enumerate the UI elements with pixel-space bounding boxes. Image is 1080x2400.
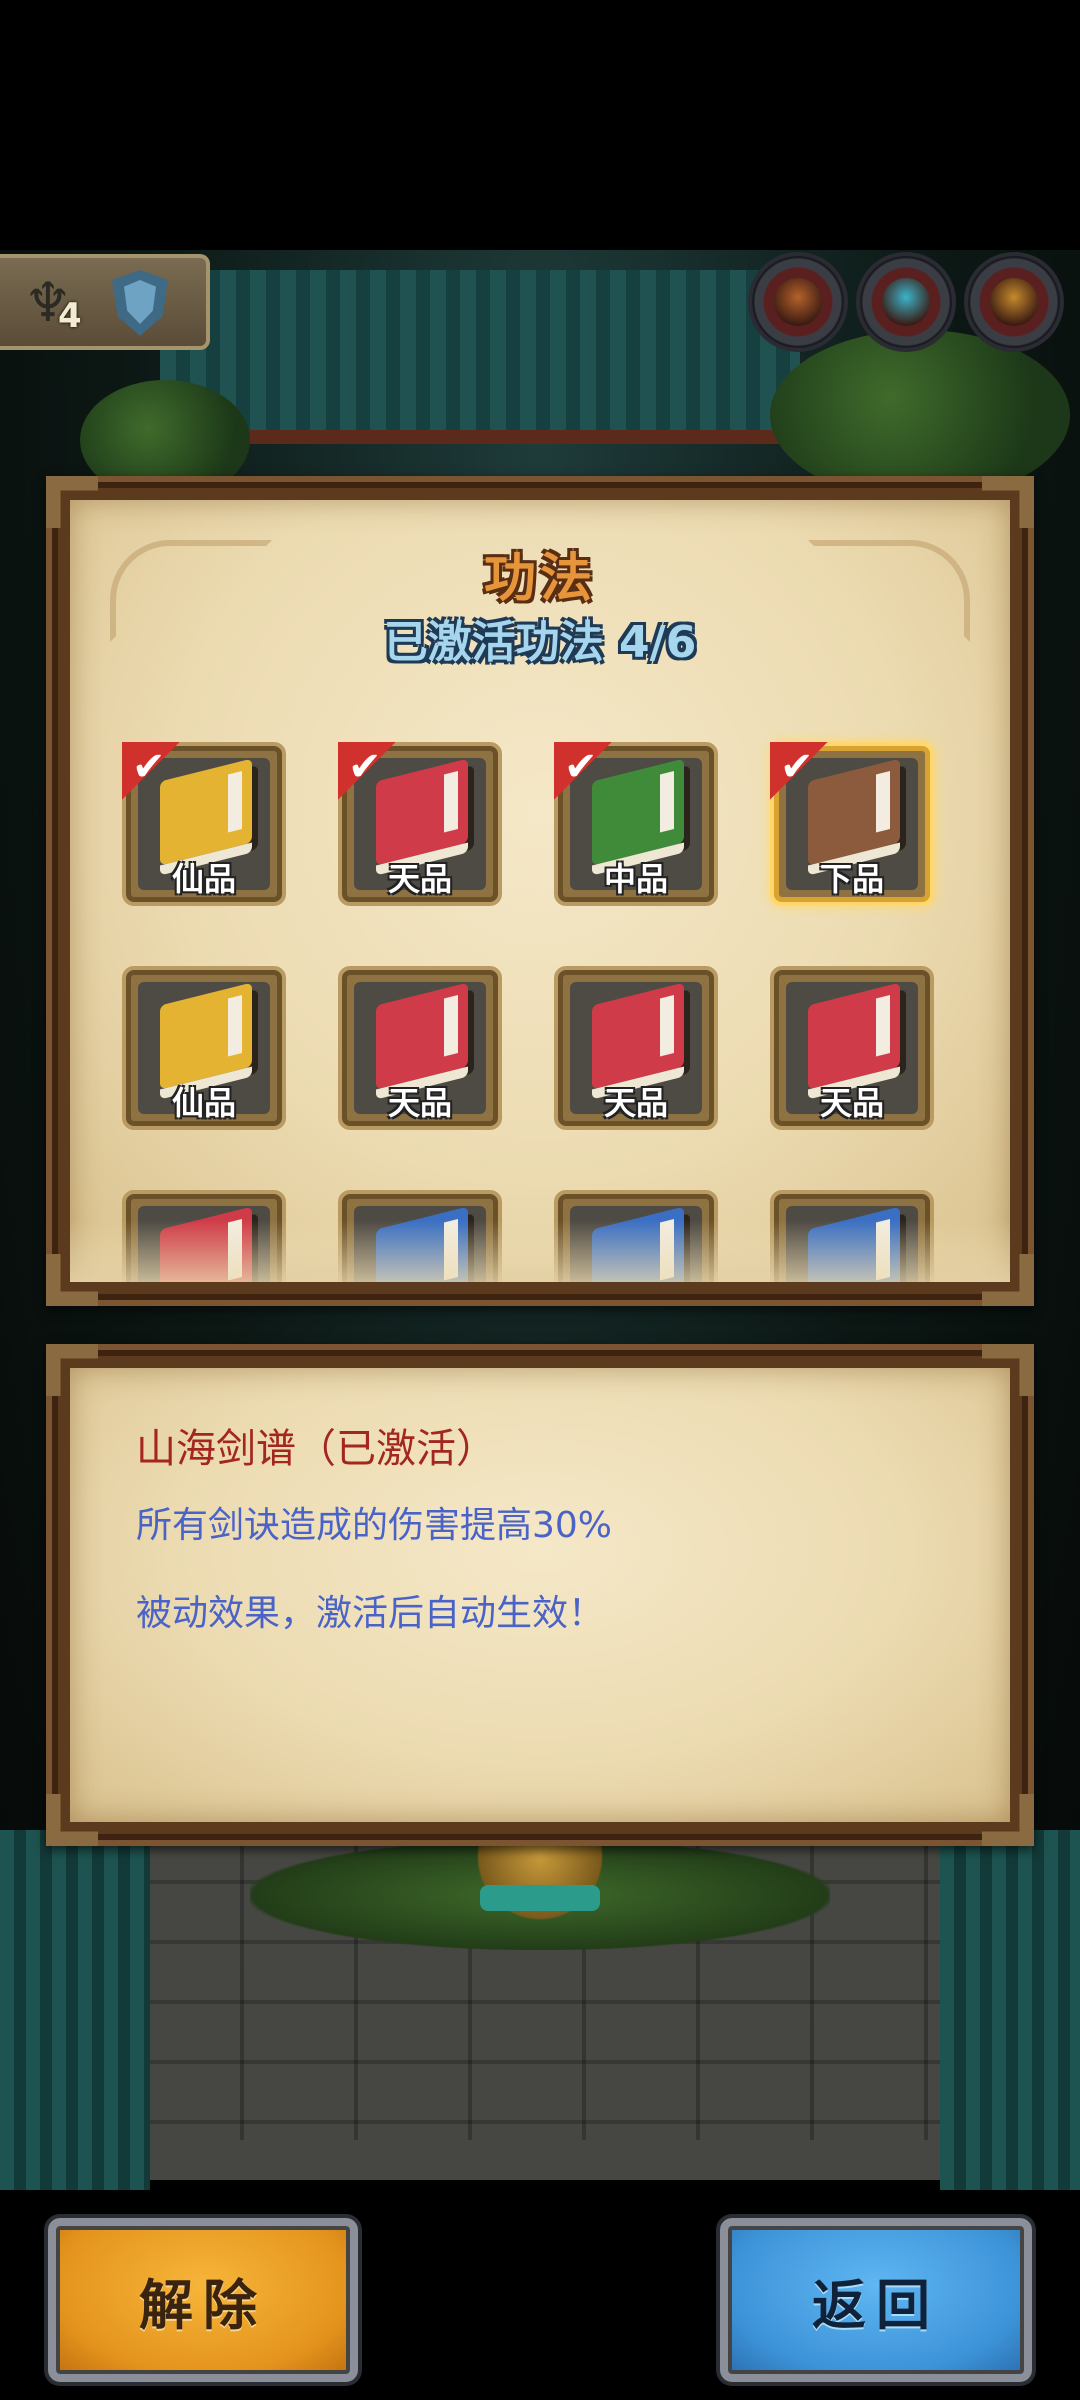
description-parchment: 山海剑谱（已激活） 所有剑诀造成的伤害提高30% 被动效果，激活后自动生效！ <box>70 1368 1010 1822</box>
technique-slot[interactable]: ✔ 中品 <box>554 742 718 906</box>
shrine-base <box>480 1885 600 1911</box>
grade-label: 天品 <box>387 860 452 898</box>
checkmark-icon: ✔ <box>780 744 814 790</box>
shield-icon <box>112 270 168 336</box>
warrior-portrait-icon <box>990 278 1038 326</box>
technique-slot[interactable]: ✔ 下品 <box>770 742 934 906</box>
game-screen: ♆ 4 功法 已激活功法 4/6 ✔ 仙品 ✔ 天品 ✔ 中品 ✔ 下品 仙品 天品 天品 天品 山海… <box>0 0 1080 2400</box>
technique-slot[interactable]: ✔ 天品 <box>338 742 502 906</box>
grade-label: 天品 <box>819 1084 884 1122</box>
panel-title: 功法 <box>483 549 596 609</box>
warrior-portrait-button[interactable] <box>968 256 1060 348</box>
technique-name: 山海剑谱（已激活） <box>136 1426 496 1472</box>
technique-panel-parchment: 功法 已激活功法 4/6 ✔ 仙品 ✔ 天品 ✔ 中品 ✔ 下品 仙品 天品 天品 天品 <box>70 500 1010 1282</box>
scroll-fade <box>70 1220 1010 1282</box>
technique-slot[interactable]: 仙品 <box>122 966 286 1130</box>
grade-label: 仙品 <box>171 1084 236 1122</box>
checkmark-icon: ✔ <box>132 744 166 790</box>
character-portrait-icon <box>774 278 822 326</box>
temple-roof <box>160 270 800 444</box>
grade-label: 仙品 <box>171 860 236 898</box>
grade-label: 下品 <box>819 860 884 898</box>
rank-badge[interactable]: ♆ 4 <box>0 254 210 350</box>
passive-note: 被动效果，激活后自动生效！ <box>136 1593 605 1634</box>
activated-count: 已激活功法 4/6 <box>383 617 697 668</box>
roof-left <box>0 1830 150 2190</box>
monster-portrait-button[interactable] <box>860 256 952 348</box>
rank-level: 4 <box>58 296 82 336</box>
back-button[interactable]: 返回 <box>720 2218 1032 2382</box>
checkmark-icon: ✔ <box>564 744 598 790</box>
technique-slot[interactable]: 天品 <box>338 966 502 1130</box>
grade-label: 天品 <box>387 1084 452 1122</box>
grade-label: 中品 <box>603 860 668 898</box>
description-panel: 山海剑谱（已激活） 所有剑诀造成的伤害提高30% 被动效果，激活后自动生效！ <box>46 1344 1034 1846</box>
unequip-button[interactable]: 解除 <box>48 2218 358 2382</box>
technique-slot[interactable]: 天品 <box>770 966 934 1130</box>
character-portrait-button[interactable] <box>752 256 844 348</box>
technique-slot[interactable]: 天品 <box>554 966 718 1130</box>
technique-slot[interactable]: ✔ 仙品 <box>122 742 286 906</box>
checkmark-icon: ✔ <box>348 744 382 790</box>
grade-label: 天品 <box>603 1084 668 1122</box>
pine-tree-right <box>770 330 1070 500</box>
effect-text: 所有剑诀造成的伤害提高30% <box>136 1505 613 1546</box>
monster-portrait-icon <box>882 278 930 326</box>
roof-right <box>940 1830 1080 2190</box>
technique-panel: 功法 已激活功法 4/6 ✔ 仙品 ✔ 天品 ✔ 中品 ✔ 下品 仙品 天品 天品 天品 <box>46 476 1034 1306</box>
